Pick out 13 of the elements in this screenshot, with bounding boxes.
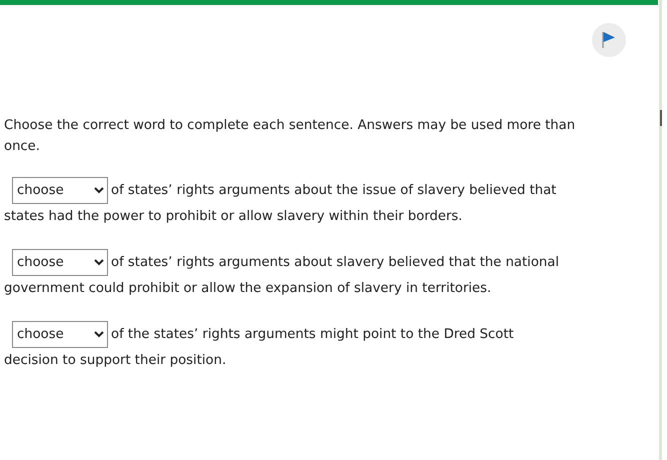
sentence-text: of states’ rights arguments about slavery believed that the national [111,255,560,270]
flag-icon [601,31,617,49]
scrollbar[interactable] [659,0,662,460]
instructions: Choose the correct word to complete each sentence. Answers may be used more than once. [4,117,576,156]
answer-dropdown[interactable]: choose [12,321,108,348]
sentence-text: states had the power to prohibit or allow slavery within their borders. [4,208,464,226]
sentence-text: government could prohibit or allow the expansion of slavery in territories. [4,280,492,298]
sentence-text: of the states’ rights arguments might point to the Dred Scott [111,327,514,342]
answer-dropdown[interactable]: choose [12,249,108,276]
sentence-text: decision to support their position. [4,352,228,370]
sentence-text: of states’ rights arguments about the issue of slavery believed that [111,183,556,198]
flag-button[interactable] [592,23,626,57]
answer-dropdown[interactable]: choose [12,177,108,204]
